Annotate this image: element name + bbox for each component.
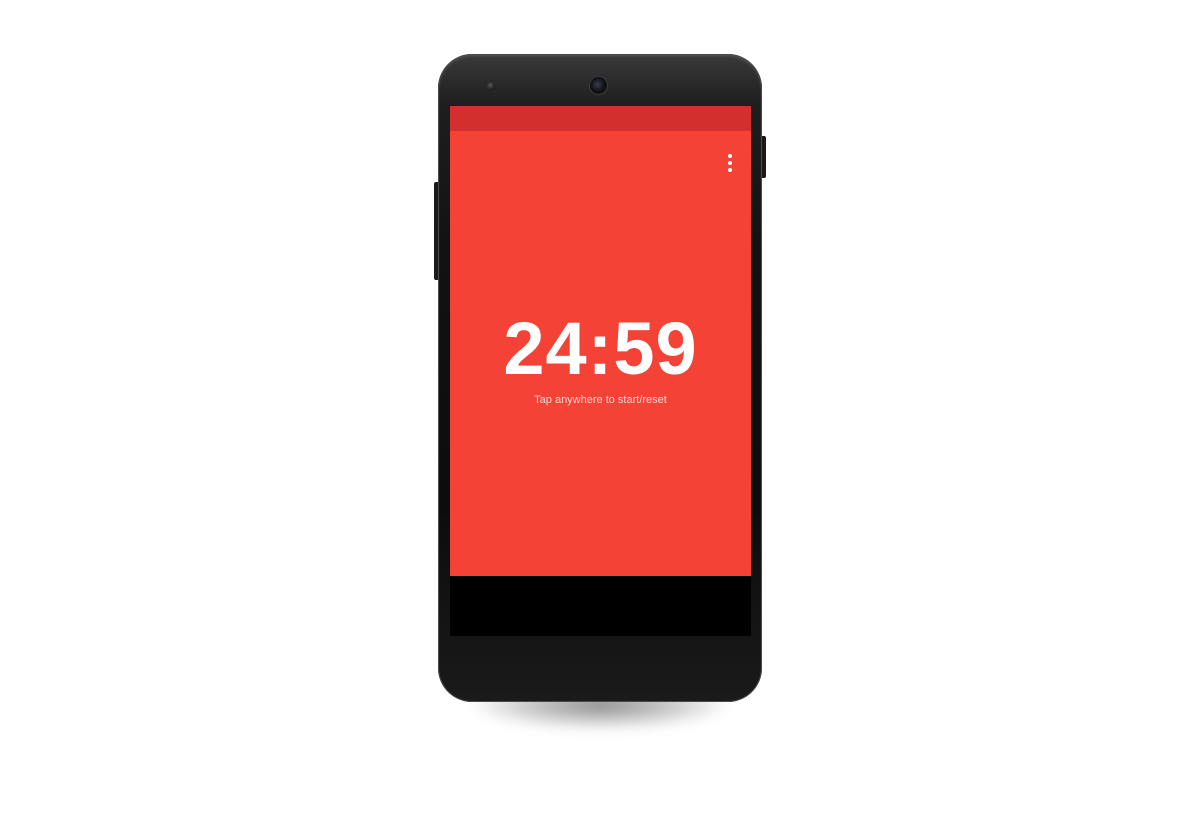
- more-vert-icon[interactable]: [721, 150, 739, 176]
- power-button: [762, 136, 766, 178]
- timer-display: 24:59: [503, 307, 698, 390]
- menu-dot: [728, 154, 732, 158]
- status-bar: [450, 106, 751, 131]
- timer-screen[interactable]: 24:59 Tap anywhere to start/reset: [450, 106, 751, 576]
- menu-dot: [728, 168, 732, 172]
- navigation-bar: [450, 576, 751, 636]
- menu-dot: [728, 161, 732, 165]
- tap-hint: Tap anywhere to start/reset: [534, 394, 667, 406]
- mockup-stage: 24:59 Tap anywhere to start/reset: [0, 0, 1200, 813]
- proximity-sensor-icon: [487, 82, 495, 90]
- front-camera-icon: [590, 77, 607, 94]
